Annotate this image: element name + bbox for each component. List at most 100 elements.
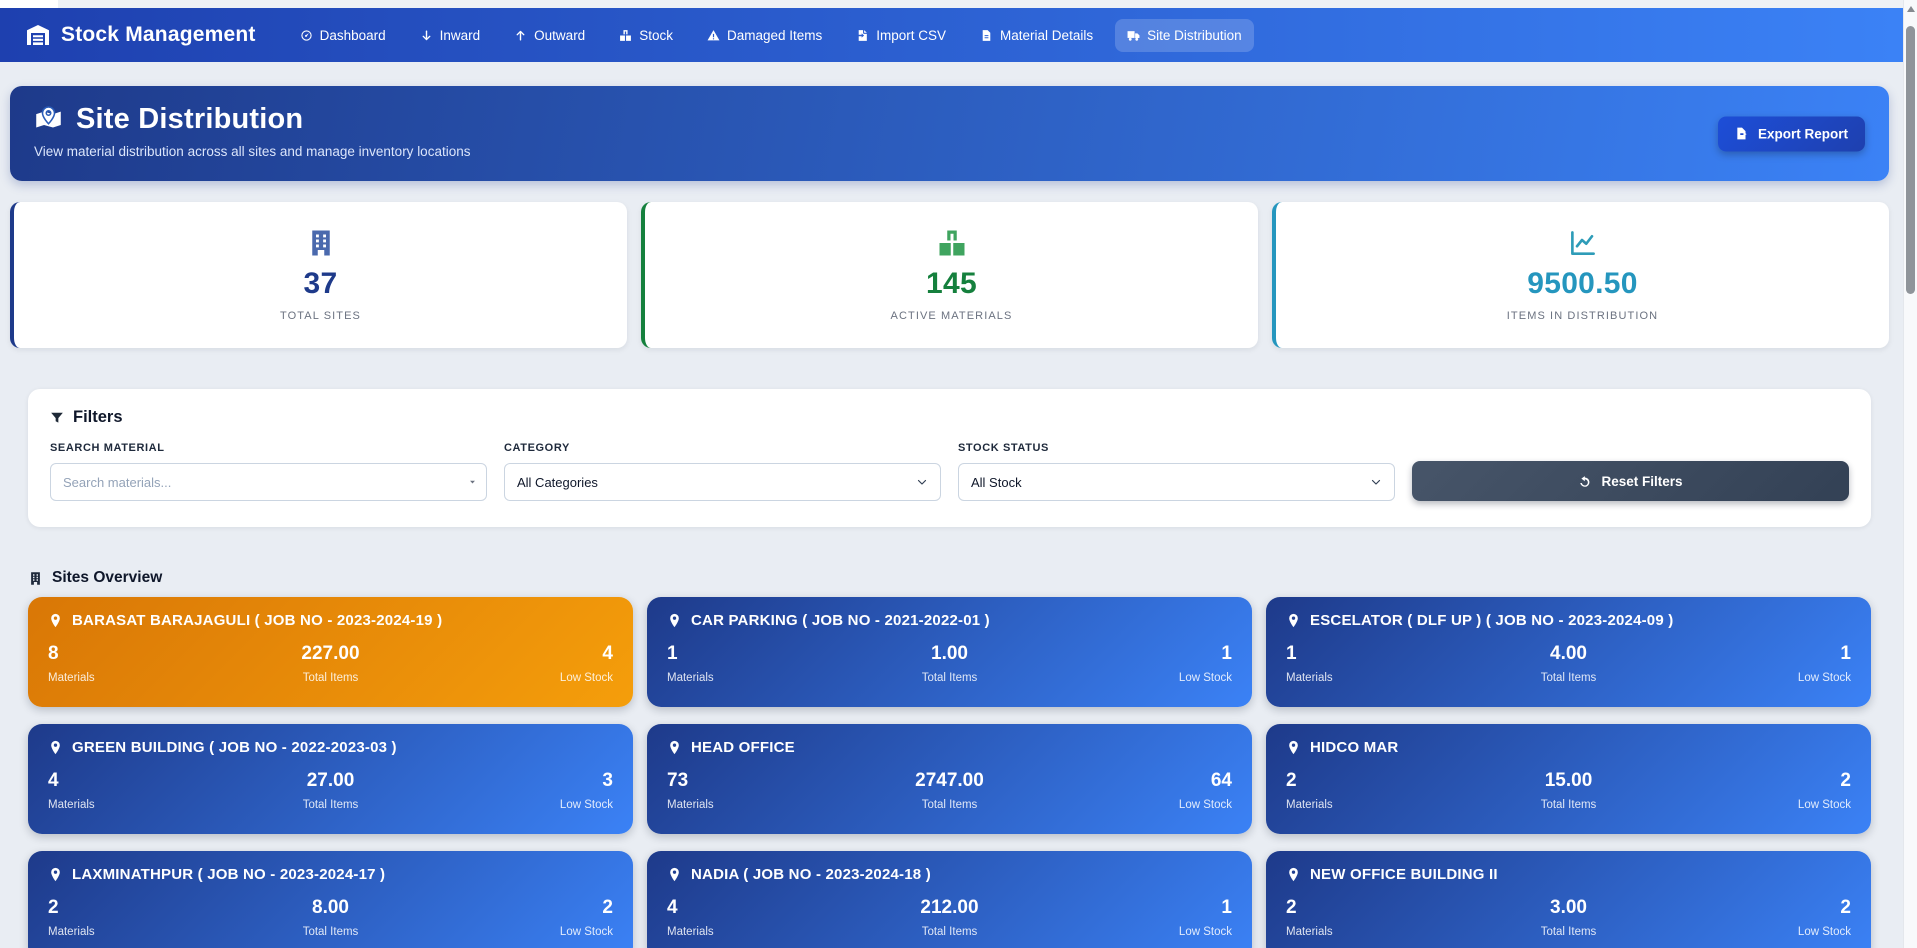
scrollbar-up-arrow-icon[interactable] — [1907, 6, 1915, 12]
site-materials-count: 4 — [667, 897, 855, 919]
site-materials-count: 1 — [1286, 643, 1474, 665]
site-total-items: 3.00 — [1474, 897, 1662, 919]
site-name: HEAD OFFICE — [691, 739, 795, 756]
site-low-stock: 1 — [1044, 643, 1232, 665]
summary-stats-row: 37 TOTAL SITES 145 ACTIVE MATERIALS 9500… — [10, 202, 1889, 348]
site-materials-label: Materials — [48, 799, 236, 811]
site-materials-count: 1 — [667, 643, 855, 665]
site-materials-label: Materials — [1286, 926, 1474, 938]
file-export-icon — [1735, 127, 1749, 141]
category-label: CATEGORY — [504, 442, 941, 454]
chevron-down-icon — [916, 476, 928, 488]
building-icon — [28, 571, 43, 586]
site-total-items: 212.00 — [855, 897, 1043, 919]
location-pin-icon — [48, 867, 63, 882]
stat-label: ITEMS IN DISTRIBUTION — [1507, 310, 1658, 322]
site-name: BARASAT BARAJAGULI ( JOB NO - 2023-2024-… — [72, 612, 442, 629]
stock-status-selected-value: All Stock — [971, 475, 1022, 490]
site-total-items: 1.00 — [855, 643, 1043, 665]
site-card-new-office-building-ii[interactable]: NEW OFFICE BUILDING II 2 Materials 3.00 … — [1266, 851, 1871, 948]
site-materials-label: Materials — [667, 926, 855, 938]
file-import-icon — [856, 29, 869, 42]
site-total-items-label: Total Items — [236, 799, 424, 811]
site-card-green-building-job-no-2022-2023-03[interactable]: GREEN BUILDING ( JOB NO - 2022-2023-03 )… — [28, 724, 633, 834]
site-total-items: 227.00 — [236, 643, 424, 665]
brand[interactable]: Stock Management — [26, 23, 256, 47]
arrow-down-icon — [420, 29, 433, 42]
site-low-stock: 1 — [1044, 897, 1232, 919]
site-name: HIDCO MAR — [1310, 739, 1398, 756]
site-card-barasat-barajaguli-job-no-2023-2024-19[interactable]: BARASAT BARAJAGULI ( JOB NO - 2023-2024-… — [28, 597, 633, 707]
building-icon — [306, 228, 336, 258]
site-low-stock-label: Low Stock — [425, 672, 613, 684]
page-title: Site Distribution — [76, 103, 303, 136]
chevron-down-icon — [1370, 476, 1382, 488]
search-material-input[interactable] — [50, 463, 487, 501]
site-total-items-label: Total Items — [1474, 672, 1662, 684]
truck-icon — [1127, 29, 1140, 42]
site-materials-label: Materials — [48, 926, 236, 938]
location-pin-icon — [1286, 740, 1301, 755]
location-pin-icon — [1286, 613, 1301, 628]
sites-overview-header: Sites Overview — [28, 569, 1871, 587]
nav-item-outward[interactable]: Outward — [502, 19, 597, 52]
page-subtitle: View material distribution across all si… — [34, 144, 1865, 159]
site-name: NADIA ( JOB NO - 2023-2024-18 ) — [691, 866, 931, 883]
site-materials-label: Materials — [667, 799, 855, 811]
site-low-stock-label: Low Stock — [1044, 799, 1232, 811]
nav-item-damaged-items[interactable]: Damaged Items — [695, 19, 834, 52]
site-card-nadia-job-no-2023-2024-18[interactable]: NADIA ( JOB NO - 2023-2024-18 ) 4 Materi… — [647, 851, 1252, 948]
site-materials-label: Materials — [667, 672, 855, 684]
page-header-banner: Site Distribution View material distribu… — [10, 86, 1889, 181]
site-card-car-parking-job-no-2021-2022-01[interactable]: CAR PARKING ( JOB NO - 2021-2022-01 ) 1 … — [647, 597, 1252, 707]
site-materials-count: 4 — [48, 770, 236, 792]
sites-overview-title: Sites Overview — [52, 569, 162, 587]
site-total-items-label: Total Items — [855, 672, 1043, 684]
site-card-head-office[interactable]: HEAD OFFICE 73 Materials 2747.00 Total I… — [647, 724, 1252, 834]
category-select[interactable]: All Categories — [504, 463, 941, 501]
location-pin-icon — [48, 613, 63, 628]
site-low-stock-label: Low Stock — [1044, 926, 1232, 938]
site-low-stock-label: Low Stock — [1044, 672, 1232, 684]
nav-item-site-distribution[interactable]: Site Distribution — [1115, 19, 1254, 52]
nav-item-import-csv[interactable]: Import CSV — [844, 19, 958, 52]
site-materials-label: Materials — [1286, 672, 1474, 684]
site-materials-count: 2 — [48, 897, 236, 919]
site-low-stock: 3 — [425, 770, 613, 792]
site-card-escelator-dlf-up-job-no-2023-2024-09[interactable]: ESCELATOR ( DLF UP ) ( JOB NO - 2023-202… — [1266, 597, 1871, 707]
site-total-items-label: Total Items — [855, 799, 1043, 811]
site-name: NEW OFFICE BUILDING II — [1310, 866, 1498, 883]
site-card-hidco-mar[interactable]: HIDCO MAR 2 Materials 15.00 Total Items … — [1266, 724, 1871, 834]
site-total-items-label: Total Items — [1474, 799, 1662, 811]
map-location-icon — [34, 105, 63, 134]
nav-item-inward[interactable]: Inward — [408, 19, 493, 52]
gauge-icon — [300, 29, 313, 42]
nav-item-material-details[interactable]: Material Details — [968, 19, 1105, 52]
stat-label: ACTIVE MATERIALS — [891, 310, 1013, 322]
stock-status-select[interactable]: All Stock — [958, 463, 1395, 501]
warehouse-icon — [26, 23, 50, 47]
stat-label: TOTAL SITES — [280, 310, 361, 322]
stat-value: 37 — [304, 267, 338, 301]
export-report-button[interactable]: Export Report — [1718, 116, 1865, 151]
site-materials-count: 73 — [667, 770, 855, 792]
filter-funnel-icon — [50, 411, 64, 425]
site-low-stock-label: Low Stock — [425, 799, 613, 811]
caret-down-icon — [468, 478, 477, 487]
nav-item-stock[interactable]: Stock — [607, 19, 685, 52]
site-total-items-label: Total Items — [236, 672, 424, 684]
nav-item-dashboard[interactable]: Dashboard — [288, 19, 398, 52]
site-total-items-label: Total Items — [236, 926, 424, 938]
browser-top-strip — [0, 0, 1917, 8]
site-name: LAXMINATHPUR ( JOB NO - 2023-2024-17 ) — [72, 866, 385, 883]
vertical-scrollbar[interactable] — [1903, 0, 1917, 948]
site-total-items: 2747.00 — [855, 770, 1043, 792]
site-materials-count: 2 — [1286, 897, 1474, 919]
category-selected-value: All Categories — [517, 475, 598, 490]
scrollbar-thumb[interactable] — [1906, 26, 1915, 294]
site-card-laxminathpur-job-no-2023-2024-17[interactable]: LAXMINATHPUR ( JOB NO - 2023-2024-17 ) 2… — [28, 851, 633, 948]
rotate-left-icon — [1578, 474, 1592, 488]
site-low-stock: 2 — [425, 897, 613, 919]
site-low-stock-label: Low Stock — [1663, 926, 1851, 938]
reset-filters-button[interactable]: Reset Filters — [1412, 461, 1849, 501]
